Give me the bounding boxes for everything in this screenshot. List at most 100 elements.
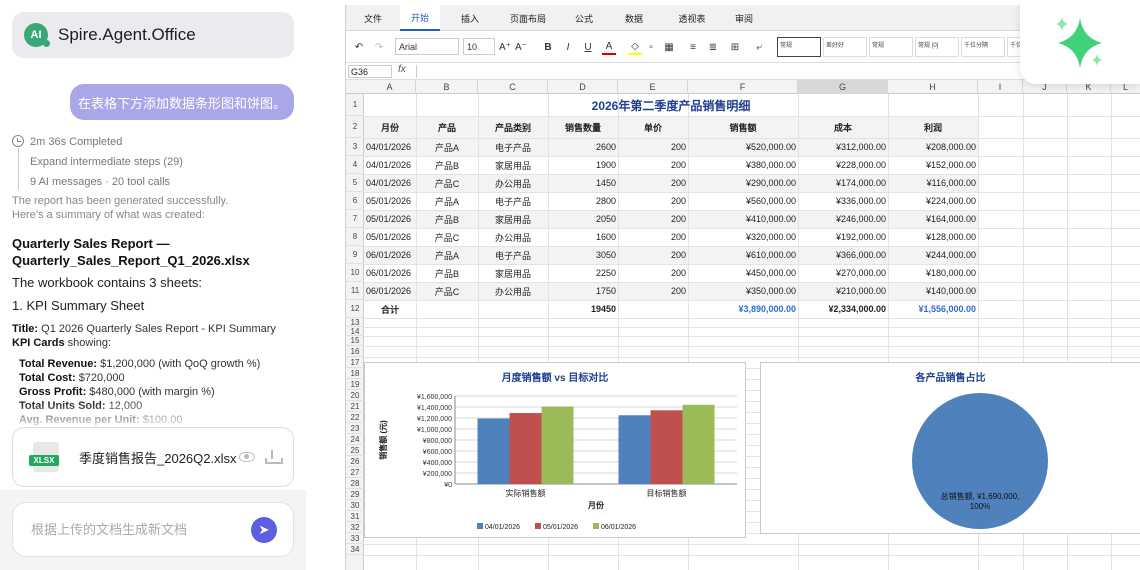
data-cell[interactable]: 04/01/2026 xyxy=(364,174,416,192)
ribbon-tab[interactable]: 审阅 xyxy=(724,5,764,31)
row-header[interactable]: 15 xyxy=(346,336,364,346)
data-cell[interactable]: 电子产品 xyxy=(478,246,548,264)
data-cell[interactable]: ¥290,000.00 xyxy=(688,174,798,192)
data-cell[interactable]: ¥380,000.00 xyxy=(688,156,798,174)
data-cell[interactable]: 200 xyxy=(618,192,688,210)
row-header[interactable]: 22 xyxy=(346,412,364,423)
column-header[interactable]: D xyxy=(548,80,618,94)
header-cell[interactable]: 月份 xyxy=(364,116,416,138)
font-size-select[interactable]: 10 xyxy=(463,38,495,55)
pie-chart[interactable]: 各产品销售占比 总销售额, ¥1,690,000, 100% xyxy=(760,362,1140,534)
data-cell[interactable]: 2800 xyxy=(548,192,618,210)
style-normal-0[interactable]: 常规 [0] xyxy=(915,37,959,57)
row-header[interactable]: 10 xyxy=(346,264,364,282)
redo-icon[interactable]: ↷ xyxy=(372,39,386,55)
total-cell[interactable]: ¥2,334,000.00 xyxy=(798,300,888,318)
data-cell[interactable]: 200 xyxy=(618,138,688,156)
file-attachment-card[interactable]: XLSX 季度销售报告_2026Q2.xlsx xyxy=(12,427,294,487)
data-cell[interactable]: 04/01/2026 xyxy=(364,138,416,156)
underline-icon[interactable]: U xyxy=(582,39,594,55)
data-cell[interactable]: ¥246,000.00 xyxy=(798,210,888,228)
data-cell[interactable]: ¥350,000.00 xyxy=(688,282,798,300)
data-cell[interactable]: 05/01/2026 xyxy=(364,228,416,246)
data-cell[interactable]: 06/01/2026 xyxy=(364,246,416,264)
data-cell[interactable]: ¥164,000.00 xyxy=(888,210,978,228)
data-cell[interactable]: ¥208,000.00 xyxy=(888,138,978,156)
data-cell[interactable]: 家居用品 xyxy=(478,264,548,282)
font-family-select[interactable]: Arial xyxy=(395,38,459,55)
data-cell[interactable]: 产品B xyxy=(416,210,478,228)
send-button[interactable]: ➤ xyxy=(251,516,277,543)
data-cell[interactable]: 04/01/2026 xyxy=(364,156,416,174)
row-header[interactable]: 2 xyxy=(346,116,364,138)
data-cell[interactable]: ¥140,000.00 xyxy=(888,282,978,300)
data-cell[interactable]: 05/01/2026 xyxy=(364,192,416,210)
data-cell[interactable]: 06/01/2026 xyxy=(364,264,416,282)
data-cell[interactable]: ¥560,000.00 xyxy=(688,192,798,210)
row-header[interactable]: 18 xyxy=(346,368,364,379)
row-header[interactable]: 14 xyxy=(346,327,364,336)
ribbon-tab[interactable]: 文件 xyxy=(358,5,388,31)
data-cell[interactable]: ¥210,000.00 xyxy=(798,282,888,300)
data-cell[interactable]: ¥366,000.00 xyxy=(798,246,888,264)
data-cell[interactable]: ¥244,000.00 xyxy=(888,246,978,264)
data-cell[interactable]: 2250 xyxy=(548,264,618,282)
data-cell[interactable]: ¥320,000.00 xyxy=(688,228,798,246)
row-header[interactable]: 12 xyxy=(346,300,364,318)
preview-eye-icon[interactable] xyxy=(239,452,255,462)
row-header[interactable]: 11 xyxy=(346,282,364,300)
data-cell[interactable]: ¥224,000.00 xyxy=(888,192,978,210)
undo-icon[interactable]: ↶ xyxy=(352,39,366,55)
data-cell[interactable]: 办公用品 xyxy=(478,174,548,192)
row-header[interactable]: 16 xyxy=(346,346,364,357)
header-cell[interactable]: 销售数量 xyxy=(548,116,618,138)
row-header[interactable]: 26 xyxy=(346,456,364,467)
row-header[interactable]: 5 xyxy=(346,174,364,192)
ribbon-tab[interactable]: 数据 xyxy=(614,5,654,31)
row-header[interactable]: 23 xyxy=(346,423,364,434)
grow-font-icon[interactable]: A⁺ xyxy=(498,39,512,55)
data-cell[interactable]: ¥128,000.00 xyxy=(888,228,978,246)
row-header[interactable]: 31 xyxy=(346,511,364,522)
column-header[interactable]: E xyxy=(618,80,688,94)
column-header[interactable]: H xyxy=(888,80,978,94)
data-cell[interactable]: 产品A xyxy=(416,246,478,264)
row-header[interactable]: 6 xyxy=(346,192,364,210)
data-cell[interactable]: ¥180,000.00 xyxy=(888,264,978,282)
data-cell[interactable]: ¥312,000.00 xyxy=(798,138,888,156)
data-cell[interactable]: 06/01/2026 xyxy=(364,282,416,300)
header-cell[interactable]: 成本 xyxy=(798,116,888,138)
data-cell[interactable]: 电子产品 xyxy=(478,138,548,156)
row-header[interactable]: 30 xyxy=(346,500,364,511)
row-header[interactable]: 3 xyxy=(346,138,364,156)
data-cell[interactable]: 200 xyxy=(618,246,688,264)
italic-icon[interactable]: I xyxy=(562,39,574,55)
row-header[interactable]: 19 xyxy=(346,379,364,390)
data-cell[interactable]: ¥410,000.00 xyxy=(688,210,798,228)
data-cell[interactable]: 产品C xyxy=(416,282,478,300)
row-header[interactable]: 17 xyxy=(346,357,364,368)
name-box[interactable]: G36 xyxy=(348,65,392,78)
ribbon-tab[interactable]: 透视表 xyxy=(664,5,720,31)
row-header[interactable]: 20 xyxy=(346,390,364,401)
align-center-icon[interactable]: ≣ xyxy=(706,39,720,55)
data-cell[interactable]: 05/01/2026 xyxy=(364,210,416,228)
data-cell[interactable]: 1750 xyxy=(548,282,618,300)
style-neutral[interactable]: 差好好 xyxy=(823,37,867,57)
row-header[interactable]: 32 xyxy=(346,522,364,533)
wrap-text-icon[interactable]: ⤶ xyxy=(752,39,766,55)
data-cell[interactable]: 产品C xyxy=(416,174,478,192)
prompt-input[interactable] xyxy=(31,522,251,537)
total-cell[interactable]: 19450 xyxy=(548,300,618,318)
data-cell[interactable]: 200 xyxy=(618,228,688,246)
data-cell[interactable]: 200 xyxy=(618,156,688,174)
expand-steps-link[interactable]: Expand intermediate steps (29) xyxy=(12,152,302,172)
data-cell[interactable]: 产品C xyxy=(416,228,478,246)
data-cell[interactable]: 1600 xyxy=(548,228,618,246)
shrink-font-icon[interactable]: A⁻ xyxy=(514,39,528,55)
data-cell[interactable]: 2600 xyxy=(548,138,618,156)
data-cell[interactable]: ¥228,000.00 xyxy=(798,156,888,174)
data-cell[interactable]: ¥336,000.00 xyxy=(798,192,888,210)
data-cell[interactable]: ¥520,000.00 xyxy=(688,138,798,156)
download-icon[interactable] xyxy=(265,450,283,464)
